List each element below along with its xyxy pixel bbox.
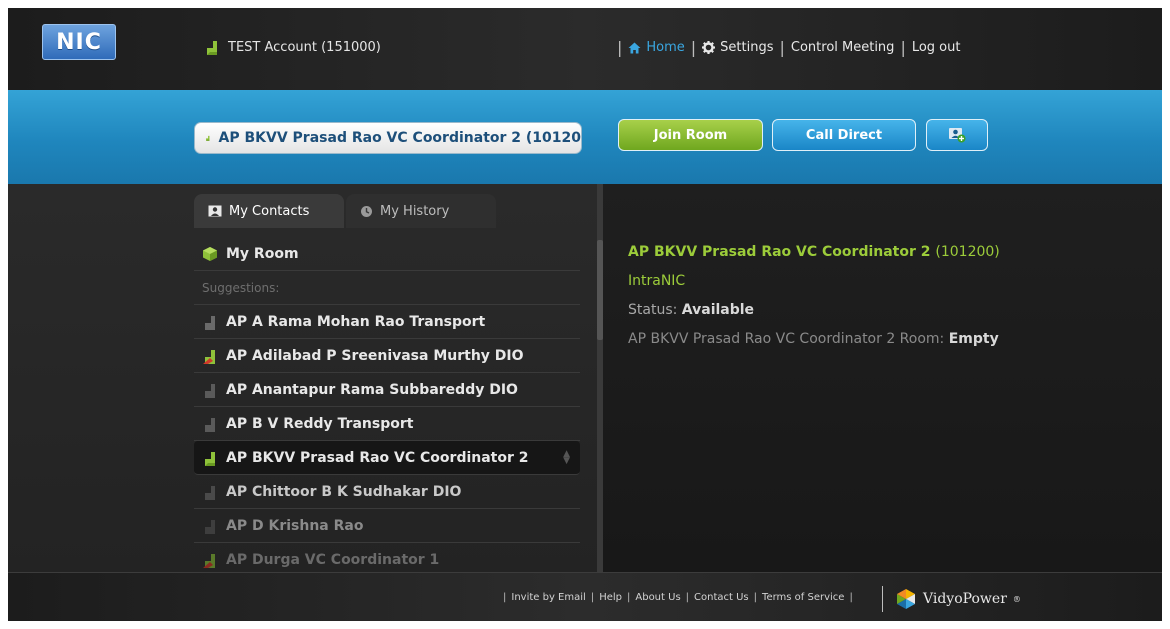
contact-row-selected[interactable]: AP BKVV Prasad Rao VC Coordinator 2 ▲ ▼ (194, 441, 580, 475)
tab-my-contacts-label: My Contacts (229, 203, 310, 219)
nav-home[interactable]: Home (628, 40, 685, 55)
account-info: TEST Account (151000) (204, 38, 381, 56)
contact-name: AP D Krishna Rao (226, 517, 364, 534)
nav-control-meeting-label: Control Meeting (790, 40, 895, 55)
nic-logo: NIC (42, 24, 116, 60)
nav-separator: | (900, 38, 906, 57)
my-room-item[interactable]: My Room (194, 237, 580, 271)
top-nav: | Home | Settings | Control Meeting | Lo… (611, 38, 960, 57)
brand-mark: ® (1012, 594, 1021, 604)
user-status-icon (206, 135, 210, 141)
footer-links: | Invite by Email | Help | About Us | Co… (498, 592, 858, 603)
brand-name: VidyoPower (923, 591, 1007, 607)
home-icon (628, 42, 641, 53)
status-label: Status: (628, 302, 678, 318)
vidyo-logo-icon (897, 589, 915, 609)
contact-name: AP Anantapur Rama Subbareddy DIO (226, 381, 518, 398)
contact-search-field[interactable]: AP BKVV Prasad Rao VC Coordinator 2 (101… (194, 122, 582, 154)
contact-list: My Room Suggestions: AP A Rama Mohan Rao… (194, 237, 580, 577)
contacts-icon (208, 205, 222, 217)
footer-separator: | (849, 592, 853, 603)
nav-separator: | (617, 38, 623, 57)
tab-my-history-label: My History (380, 203, 450, 219)
contact-row[interactable]: AP Anantapur Rama Subbareddy DIO (194, 373, 580, 407)
contact-row[interactable]: AP A Rama Mohan Rao Transport (194, 305, 580, 339)
nav-separator: | (690, 38, 697, 57)
detail-status: Status: Available (628, 302, 1148, 318)
contact-row[interactable]: AP Chittoor B K Sudhakar DIO (194, 475, 580, 509)
room-label: AP BKVV Prasad Rao VC Coordinator 2 Room… (628, 331, 945, 347)
join-room-label: Join Room (653, 127, 728, 143)
user-offline-icon (205, 383, 215, 398)
join-room-button[interactable]: Join Room (618, 119, 763, 151)
call-direct-label: Call Direct (805, 127, 883, 143)
contact-row[interactable]: AP Adilabad P Sreenivasa Murthy DIO (194, 339, 580, 373)
contact-name: AP Chittoor B K Sudhakar DIO (226, 483, 462, 500)
user-busy-icon (203, 553, 215, 568)
user-offline-icon (205, 315, 215, 330)
about-us-link[interactable]: About Us (635, 592, 680, 603)
detail-name-line: AP BKVV Prasad Rao VC Coordinator 2 (101… (628, 244, 1148, 260)
contact-us-link[interactable]: Contact Us (694, 592, 749, 603)
detail-room: AP BKVV Prasad Rao VC Coordinator 2 Room… (628, 331, 1148, 347)
detail-org: IntraNIC (628, 273, 686, 289)
user-status-icon (205, 451, 215, 466)
contact-row[interactable]: AP B V Reddy Transport (194, 407, 580, 441)
details-panel (603, 184, 1162, 572)
suggestions-header: Suggestions: (194, 271, 580, 305)
status-value: Available (681, 302, 755, 318)
footer-separator: | (503, 592, 507, 603)
my-room-label: My Room (226, 245, 299, 262)
detail-extension: (101200) (935, 244, 1000, 260)
contact-name: AP A Rama Mohan Rao Transport (226, 313, 486, 330)
footer: | Invite by Email | Help | About Us | Co… (8, 572, 1162, 621)
vidyo-brand: VidyoPower ® (882, 586, 1021, 612)
contact-name: AP B V Reddy Transport (226, 415, 414, 432)
nav-settings[interactable]: Settings (702, 40, 774, 55)
footer-separator: | (685, 592, 690, 603)
action-band (8, 90, 1162, 184)
footer-separator: | (627, 592, 631, 603)
call-direct-button[interactable]: Call Direct (772, 119, 916, 151)
user-status-icon (207, 41, 217, 55)
search-value: AP BKVV Prasad Rao VC Coordinator 2 (101… (218, 130, 581, 146)
nav-home-label: Home (646, 40, 685, 55)
terms-of-service-link[interactable]: Terms of Service (762, 592, 844, 603)
contact-name: AP Durga VC Coordinator 1 (226, 551, 440, 568)
nav-settings-label: Settings (720, 40, 774, 55)
user-busy-icon (203, 349, 215, 364)
add-contact-icon (949, 128, 966, 143)
contact-tabs: My Contacts My History (194, 194, 496, 228)
brand-divider (882, 586, 883, 612)
row-stepper-icon: ▲ ▼ (563, 448, 570, 466)
contact-name: AP Adilabad P Sreenivasa Murthy DIO (226, 347, 524, 364)
tab-my-contacts[interactable]: My Contacts (194, 194, 344, 228)
invite-by-email-link[interactable]: Invite by Email (511, 592, 585, 603)
user-offline-icon (205, 519, 215, 534)
top-bar: NIC TEST Account (151000) | Home | Setti… (8, 8, 1162, 90)
room-value: Empty (948, 331, 999, 347)
account-label: TEST Account (151000) (228, 39, 381, 55)
history-icon (361, 205, 372, 217)
user-offline-icon (205, 417, 215, 432)
suggestions-label: Suggestions: (202, 280, 280, 295)
nav-separator: | (779, 38, 785, 57)
contact-row[interactable]: AP D Krishna Rao (194, 509, 580, 543)
contact-name: AP BKVV Prasad Rao VC Coordinator 2 (226, 449, 529, 466)
help-link[interactable]: Help (599, 592, 622, 603)
room-cube-icon (203, 246, 217, 261)
nav-logout[interactable]: Log out (912, 40, 961, 55)
detail-name: AP BKVV Prasad Rao VC Coordinator 2 (628, 244, 931, 260)
vidyo-app: NIC TEST Account (151000) | Home | Setti… (8, 8, 1162, 621)
footer-separator: | (590, 592, 595, 603)
add-contact-button[interactable] (926, 119, 988, 151)
gear-icon (702, 41, 716, 54)
nav-control-meeting[interactable]: Control Meeting (791, 40, 895, 55)
contact-detail: AP BKVV Prasad Rao VC Coordinator 2 (101… (628, 244, 1148, 347)
nav-logout-label: Log out (911, 40, 961, 55)
tab-my-history[interactable]: My History (346, 194, 496, 228)
footer-separator: | (753, 592, 758, 603)
user-offline-icon (205, 485, 215, 500)
